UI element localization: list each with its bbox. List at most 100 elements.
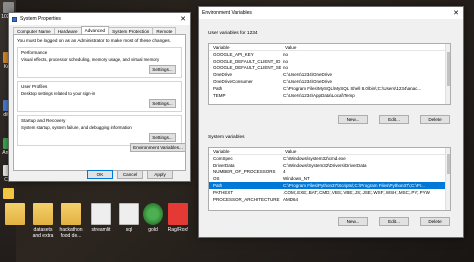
table-row[interactable]: GOOGLE_API_KEY no (209, 51, 450, 58)
variable-name: GOOGLE_DEFAULT_CLIENT_SE... (213, 65, 281, 71)
table-row[interactable]: GOOGLE_DEFAULT_CLIENT_ID no (209, 58, 450, 65)
variable-name: OneDriveConsumer (213, 79, 253, 85)
desktop-icon[interactable]: gold (140, 203, 166, 233)
group-description: System startup, system failure, and debu… (21, 125, 132, 130)
user-profiles-settings-button[interactable]: Settings... (149, 99, 176, 108)
performance-settings-button[interactable]: Settings... (149, 65, 176, 74)
group-description: Desktop settings related to your sign-in (21, 91, 96, 96)
file-icon (91, 203, 111, 225)
folder-icon (61, 203, 81, 225)
variable-value: Windows_NT (283, 176, 310, 182)
desktop-icon[interactable]: Rag/Rox! (165, 203, 191, 233)
file-icon (119, 203, 139, 225)
desktop-icon[interactable]: sql (116, 203, 142, 233)
table-row[interactable]: OS Windows_NT (209, 175, 450, 182)
variable-value: no (283, 51, 289, 57)
table-row[interactable]: PATHEXT .COM;.EXE;.BAT;.CMD;.VBS;.VBE;.JS… (209, 189, 450, 196)
desktop-icon[interactable]: streamlit (88, 203, 114, 233)
user-variables-label: User variables for 1234 (208, 31, 258, 36)
scrollbar-thumb[interactable] (447, 154, 450, 174)
system-delete-button[interactable]: Delete (420, 217, 450, 226)
desktop-bottom-icons: datasets and extra hackathon food de... … (0, 203, 230, 262)
desktop-icon-label: sql (125, 227, 133, 233)
table-row[interactable]: Path C:\Program Files\MySQL\MySQL Shell 8… (209, 85, 450, 92)
table-row-selected[interactable]: Path C:\Program Files\Python37\Scripts\;C… (209, 182, 450, 189)
desktop-icon[interactable]: datasets and extra (30, 203, 56, 239)
group-title: Startup and Recovery (21, 118, 66, 123)
desktop-icon[interactable] (1, 188, 15, 200)
system-new-button[interactable]: New... (338, 217, 368, 226)
variable-value: .COM;.EXE;.BAT;.CMD;.VBS;.VBE;.JS;.JSE;.… (283, 189, 430, 195)
admin-note: You must be logged on as an Administrato… (17, 38, 171, 43)
desktop-icon-label: datasets and extra (32, 227, 54, 239)
group-description: Visual effects, processor scheduling, me… (21, 57, 160, 62)
table-row[interactable]: TEMP C:\Users\1234\AppData\Local\Temp (209, 92, 450, 99)
user-variables-table[interactable]: Variable Value GOOGLE_API_KEY no GOOGLE_D… (208, 43, 451, 105)
table-row[interactable]: GOOGLE_DEFAULT_CLIENT_SE... no (209, 65, 450, 72)
desktop-icon-label: Rag/Rox! (167, 227, 189, 233)
variable-value: C:\Program Files\Python37\Scripts\;C:\Pr… (283, 183, 425, 189)
app-icon (168, 203, 188, 225)
desktop-icon-label: hackathon food de... (59, 227, 83, 239)
table-row[interactable]: ComSpec C:\Windows\system32\cmd.exe (209, 155, 450, 162)
column-header-value[interactable]: Value (281, 45, 296, 50)
scrollbar[interactable] (445, 148, 450, 210)
ok-button[interactable]: OK (87, 170, 113, 179)
user-edit-button[interactable]: Edit... (379, 115, 409, 124)
desktop-icon[interactable]: hackathon food de... (58, 203, 84, 239)
desktop-icon-label: gold (148, 227, 158, 233)
table-row[interactable]: PROCESSOR_ARCHITECTURE AMD64 (209, 196, 450, 203)
group-title: User Profiles (21, 84, 48, 89)
column-header-value[interactable]: Value (281, 149, 296, 154)
group-title: Performance (21, 50, 48, 55)
variable-value: C:\Users\1234\OneDrive (283, 79, 333, 85)
apply-button[interactable]: Apply (147, 170, 173, 179)
window-title: Environment Variables (202, 10, 252, 16)
table-row[interactable]: DriverData C:\Windows\System32\Drivers\Dr… (209, 162, 450, 169)
environment-variables-window: Environment Variables ✕ User variables f… (198, 6, 464, 238)
variable-name: PATHEXT (213, 189, 234, 195)
variable-value: no (283, 58, 289, 64)
variable-value: 4 (283, 169, 286, 175)
system-edit-button[interactable]: Edit... (379, 217, 409, 226)
table-row[interactable]: OneDrive C:\Users\1234\OneDrive (209, 71, 450, 78)
title-bar[interactable]: System Properties ✕ (9, 13, 190, 25)
table-row[interactable]: OneDriveConsumer C:\Users\1234\OneDrive (209, 78, 450, 85)
variable-value: AMD64 (283, 196, 299, 202)
column-header-variable[interactable]: Variable (209, 45, 281, 50)
scrollbar[interactable] (445, 44, 450, 104)
user-profiles-group: User Profiles Desktop settings related t… (17, 81, 182, 112)
startup-recovery-group: Startup and Recovery System startup, sys… (17, 115, 182, 146)
variable-name: OS (213, 176, 220, 182)
window-title: System Properties (20, 16, 61, 22)
performance-group: Performance Visual effects, processor sc… (17, 47, 182, 78)
environment-variables-button[interactable]: Environment Variables... (130, 143, 186, 152)
title-bar[interactable]: Environment Variables ✕ (199, 7, 463, 19)
system-variables-table[interactable]: Variable Value ComSpec C:\Windows\system3… (208, 147, 451, 211)
anaconda-icon (143, 203, 163, 225)
variable-name: GOOGLE_API_KEY (213, 51, 254, 57)
close-icon[interactable]: ✕ (449, 7, 463, 19)
folder-icon (33, 203, 53, 225)
scrollbar-thumb[interactable] (447, 52, 450, 86)
variable-name: OneDrive (213, 72, 233, 78)
variable-name: DriverData (213, 162, 235, 168)
user-delete-button[interactable]: Delete (420, 115, 450, 124)
desktop-icon[interactable] (2, 203, 28, 227)
table-header: Variable Value (209, 148, 450, 155)
table-row[interactable]: NUMBER_OF_PROCESSORS 4 (209, 169, 450, 176)
system-variables-label: System variables (208, 135, 245, 140)
cancel-button[interactable]: Cancel (117, 170, 143, 179)
variable-value: no (283, 65, 289, 71)
computer-icon (12, 16, 17, 22)
column-header-variable[interactable]: Variable (209, 149, 281, 154)
close-icon[interactable]: ✕ (176, 13, 190, 25)
folder-icon (5, 203, 25, 225)
tab-strip: Computer Name Hardware Advanced System P… (9, 25, 190, 35)
variable-value: C:\Program Files\MySQL\MySQL Shell 8.0\b… (283, 85, 422, 91)
variable-value: C:\Windows\System32\Drivers\DriverData (283, 162, 367, 168)
variable-name: ComSpec (213, 155, 233, 161)
user-new-button[interactable]: New... (338, 115, 368, 124)
startup-recovery-settings-button[interactable]: Settings... (149, 133, 176, 142)
variable-value: C:\Users\1234\OneDrive (283, 72, 333, 78)
